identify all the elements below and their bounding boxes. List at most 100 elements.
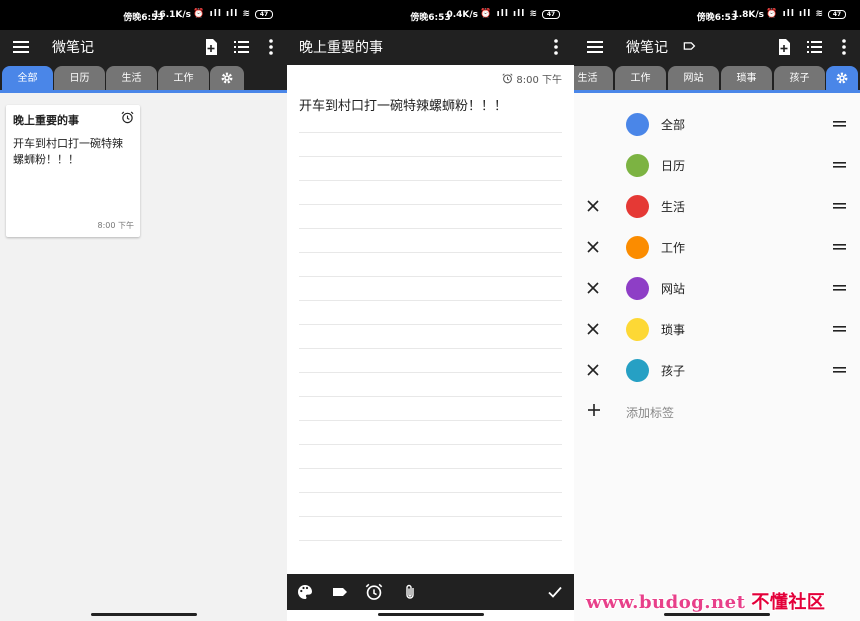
new-note-icon[interactable] [774, 37, 794, 57]
label-settings-screen: 傍晚6:53 1.8K/s ⏰ ıll ıll ≋ 47 微笔记 生活 工作 网… [574, 0, 860, 621]
delete-label-icon[interactable] [585, 362, 601, 378]
menu-icon[interactable] [586, 38, 604, 56]
drag-handle-icon[interactable] [833, 325, 846, 333]
label-name: 琐事 [661, 323, 686, 337]
note-editor[interactable]: 8:00 下午 开车到村口打一碗特辣螺蛳粉！！！ [287, 65, 574, 574]
note-title[interactable]: 晚上重要的事 [299, 37, 383, 57]
tab-work[interactable]: 工作 [158, 66, 209, 91]
tab-settings[interactable] [210, 66, 244, 91]
gear-icon [836, 72, 848, 84]
label-color-swatch[interactable] [626, 277, 649, 300]
status-network-speed: 1.8K/s [732, 10, 764, 20]
battery-icon: 47 [255, 10, 273, 19]
label-name: 孩子 [661, 364, 686, 378]
menu-icon[interactable] [12, 38, 30, 56]
reminder-time: 8:00 下午 [516, 75, 562, 86]
note-reminder-time: 8:00 下午 [97, 221, 134, 230]
label-outline-icon[interactable] [682, 39, 696, 53]
label-row[interactable]: 生活 [574, 187, 860, 228]
more-options-icon[interactable] [261, 37, 281, 57]
note-body-text[interactable]: 开车到村口打一碗特辣螺蛳粉！！！ [299, 95, 507, 114]
status-bar: 傍晚6:53 0.4K/s ⏰ ıll ıll ≋ 47 [287, 0, 574, 30]
label-tabs: 生活 工作 网站 琐事 孩子 [574, 65, 860, 93]
drag-handle-icon[interactable] [833, 284, 846, 292]
app-bar: 微笔记 [574, 30, 860, 65]
label-color-swatch[interactable] [626, 113, 649, 136]
tab-work[interactable]: 工作 [615, 66, 666, 91]
label-row[interactable]: 工作 [574, 228, 860, 269]
gesture-bar [0, 610, 287, 621]
status-network-speed: 0.4K/s [446, 10, 478, 20]
add-label-row[interactable]: 添加标签 [574, 399, 860, 425]
label-row[interactable]: 全部 [574, 105, 860, 146]
alarm-icon[interactable] [365, 583, 383, 601]
add-label-text: 添加标签 [626, 406, 675, 420]
drag-handle-icon[interactable] [833, 120, 846, 128]
reminder-indicator[interactable]: 8:00 下午 [502, 71, 562, 86]
gesture-bar [287, 610, 574, 621]
tab-websites[interactable]: 网站 [668, 66, 719, 91]
tab-life[interactable]: 生活 [106, 66, 157, 91]
drag-handle-icon[interactable] [833, 243, 846, 251]
check-icon[interactable] [546, 583, 564, 601]
note-card[interactable]: 晚上重要的事 开车到村口打一碗特辣螺蛳粉！！！ 8:00 下午 [6, 105, 140, 237]
note-title: 晚上重要的事 [13, 114, 79, 127]
label-color-swatch[interactable] [626, 236, 649, 259]
alarm-icon [502, 73, 513, 84]
home-indicator[interactable] [377, 613, 484, 616]
label-name: 工作 [661, 241, 686, 255]
label-color-swatch[interactable] [626, 359, 649, 382]
attachment-icon[interactable] [401, 583, 419, 601]
tab-all[interactable]: 全部 [2, 66, 53, 91]
drag-handle-icon[interactable] [833, 366, 846, 374]
editor-toolbar [287, 574, 574, 610]
delete-label-icon[interactable] [585, 198, 601, 214]
label-color-swatch[interactable] [626, 195, 649, 218]
gear-icon [221, 72, 233, 84]
more-options-icon[interactable] [834, 37, 854, 57]
tab-life[interactable]: 生活 [574, 66, 613, 91]
label-row[interactable]: 孩子 [574, 351, 860, 392]
label-tabs: 全部 日历 生活 工作 [0, 65, 287, 93]
tab-indicator [0, 90, 287, 93]
signal-icon: ⏰ ıll ıll ≋ [193, 9, 251, 19]
ruled-lines [299, 109, 562, 544]
label-row[interactable]: 网站 [574, 269, 860, 310]
list-view-icon[interactable] [804, 37, 824, 57]
drag-handle-icon[interactable] [833, 161, 846, 169]
label-name: 日历 [661, 159, 686, 173]
palette-icon[interactable] [296, 583, 314, 601]
battery-icon: 47 [542, 10, 560, 19]
status-network-speed: 16.1K/s [153, 10, 191, 20]
status-bar: 傍晚6:53 16.1K/s ⏰ ıll ıll ≋ 47 [0, 0, 287, 30]
tab-calendar[interactable]: 日历 [54, 66, 105, 91]
plus-icon[interactable] [586, 402, 602, 418]
watermark-url: www.budog.net [586, 592, 746, 613]
battery-icon: 47 [828, 10, 846, 19]
app-bar: 微笔记 [0, 30, 287, 65]
drag-handle-icon[interactable] [833, 202, 846, 210]
tab-kids[interactable]: 孩子 [774, 66, 825, 91]
tab-chores[interactable]: 琐事 [721, 66, 772, 91]
list-view-icon[interactable] [231, 37, 251, 57]
delete-label-icon[interactable] [585, 280, 601, 296]
label-row[interactable]: 琐事 [574, 310, 860, 351]
home-indicator[interactable] [90, 613, 197, 616]
label-color-swatch[interactable] [626, 154, 649, 177]
new-note-icon[interactable] [201, 37, 221, 57]
signal-icon: ⏰ ıll ıll ≋ [766, 9, 824, 19]
label-name: 网站 [661, 282, 686, 296]
status-bar: 傍晚6:53 1.8K/s ⏰ ıll ıll ≋ 47 [574, 0, 860, 30]
delete-label-icon[interactable] [585, 321, 601, 337]
label-name: 生活 [661, 200, 686, 214]
note-editor-screen: 傍晚6:53 0.4K/s ⏰ ıll ıll ≋ 47 晚上重要的事 8:00… [287, 0, 574, 621]
more-options-icon[interactable] [546, 37, 566, 57]
tab-settings[interactable] [826, 66, 858, 91]
watermark-name: 不懂社区 [751, 592, 826, 613]
label-color-swatch[interactable] [626, 318, 649, 341]
label-icon[interactable] [331, 583, 349, 601]
app-title: 微笔记 [52, 40, 94, 56]
alarm-icon [121, 111, 134, 124]
delete-label-icon[interactable] [585, 239, 601, 255]
label-row[interactable]: 日历 [574, 146, 860, 187]
